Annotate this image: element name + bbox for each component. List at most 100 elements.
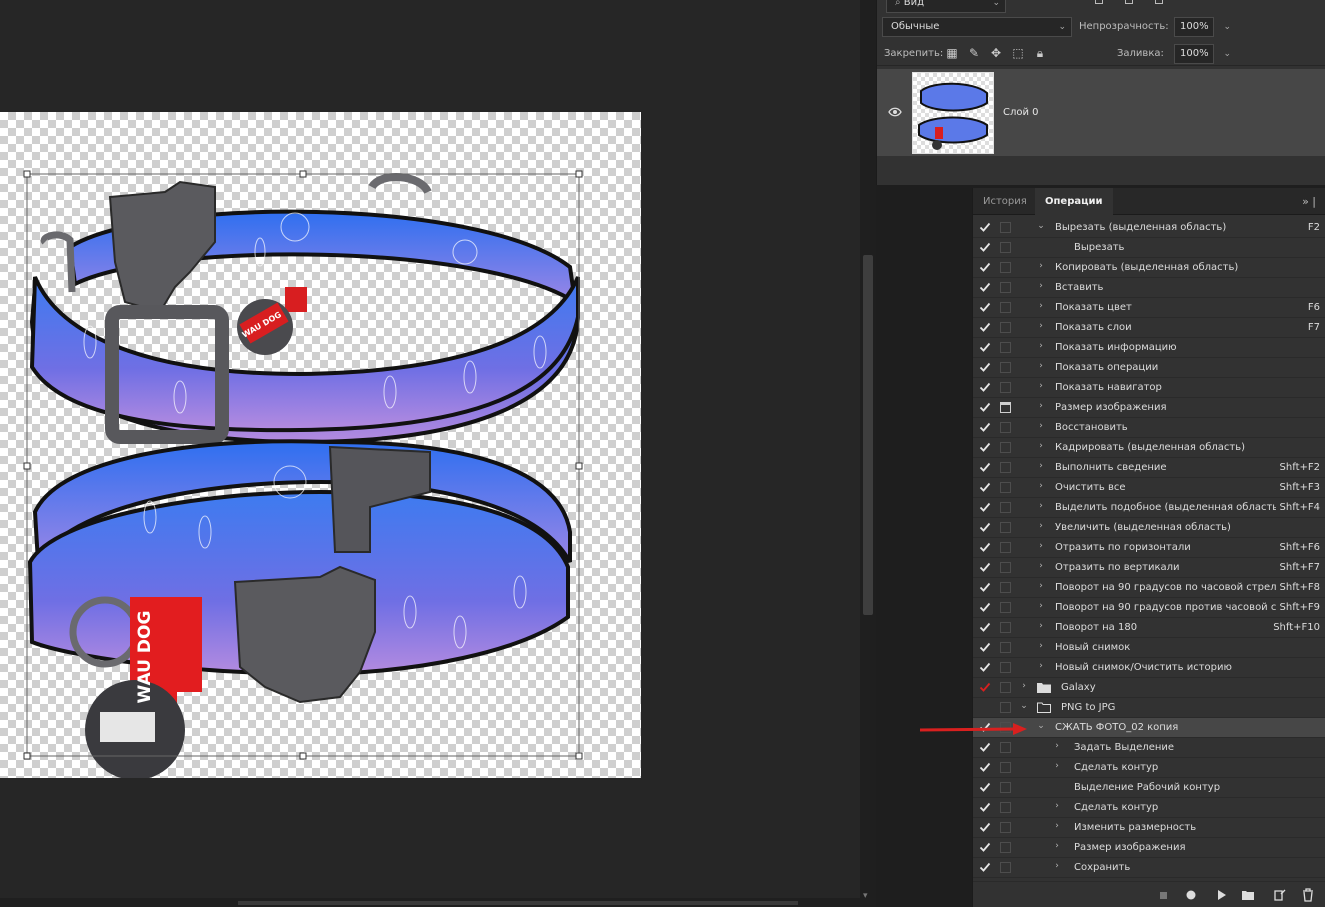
transform-handle[interactable]: [23, 752, 31, 760]
transform-handle[interactable]: [23, 462, 31, 470]
toggle-check-icon[interactable]: [979, 801, 991, 813]
new-action-icon[interactable]: [1273, 888, 1287, 902]
transform-handle[interactable]: [575, 752, 583, 760]
toggle-check-icon[interactable]: [979, 681, 991, 693]
toggle-check-icon[interactable]: [979, 521, 991, 533]
dialog-toggle[interactable]: [1000, 302, 1011, 313]
chevron-right-icon[interactable]: ›: [1036, 581, 1046, 591]
chevron-right-icon[interactable]: ›: [1036, 501, 1046, 511]
action-row[interactable]: › Задать Выделение: [973, 738, 1325, 758]
layer-row[interactable]: Слой 0: [877, 69, 1325, 156]
action-row[interactable]: ⌄ Вырезать (выделенная область) F2: [973, 218, 1325, 238]
scroll-thumb[interactable]: [238, 901, 798, 905]
image-filter-icon[interactable]: [1095, 0, 1103, 4]
action-row[interactable]: › Сделать контур: [973, 758, 1325, 778]
layer-thumbnail[interactable]: [912, 72, 994, 154]
toggle-check-icon[interactable]: [979, 321, 991, 333]
dialog-toggle[interactable]: [1000, 382, 1011, 393]
action-row[interactable]: › Показать информацию: [973, 338, 1325, 358]
action-row[interactable]: › Размер изображения: [973, 838, 1325, 858]
toggle-check-icon[interactable]: [979, 601, 991, 613]
dialog-toggle[interactable]: [1000, 262, 1011, 273]
toggle-check-icon[interactable]: [979, 261, 991, 273]
action-row[interactable]: Выделение Рабочий контур: [973, 778, 1325, 798]
fill-input[interactable]: 100% ⌄: [1174, 44, 1231, 64]
chevron-down-icon[interactable]: ⌄: [1036, 221, 1046, 231]
toggle-check-icon[interactable]: [979, 661, 991, 673]
chevron-down-icon[interactable]: ⌄: [1223, 45, 1231, 63]
chevron-right-icon[interactable]: ›: [1019, 681, 1029, 691]
action-row[interactable]: › Кадрировать (выделенная область): [973, 438, 1325, 458]
action-row[interactable]: › Сделать контур: [973, 798, 1325, 818]
dialog-toggle[interactable]: [1000, 642, 1011, 653]
transform-handle[interactable]: [299, 170, 307, 178]
dialog-toggle[interactable]: [1000, 582, 1011, 593]
chevron-right-icon[interactable]: ›: [1036, 641, 1046, 651]
opacity-input[interactable]: 100% ⌄: [1174, 17, 1231, 37]
chevron-right-icon[interactable]: ›: [1036, 461, 1046, 471]
action-row[interactable]: › Поворот на 90 градусов по часовой стрел…: [973, 578, 1325, 598]
toggle-check-icon[interactable]: [979, 461, 991, 473]
dialog-toggle[interactable]: [1000, 282, 1011, 293]
dialog-toggle[interactable]: [1000, 622, 1011, 633]
toggle-check-icon[interactable]: [979, 441, 991, 453]
chevron-right-icon[interactable]: ›: [1036, 481, 1046, 491]
lock-image-pixels-icon[interactable]: ✎: [967, 46, 981, 60]
toggle-check-icon[interactable]: [979, 241, 991, 253]
smart-object-filter-icon[interactable]: [1155, 0, 1163, 4]
dialog-toggle[interactable]: [1000, 362, 1011, 373]
dialog-toggle[interactable]: [1000, 782, 1011, 793]
transform-handle[interactable]: [23, 170, 31, 178]
dialog-toggle[interactable]: [1000, 822, 1011, 833]
canvas-area[interactable]: WAU DOG WAU DOG: [0, 0, 860, 907]
tab-history[interactable]: История: [973, 188, 1037, 215]
action-row[interactable]: › Показать операции: [973, 358, 1325, 378]
dialog-toggle[interactable]: [1000, 862, 1011, 873]
dialog-toggle[interactable]: [1000, 322, 1011, 333]
dialog-toggle[interactable]: [1000, 702, 1011, 713]
toggle-check-icon[interactable]: [979, 621, 991, 633]
toggle-check-icon[interactable]: [979, 501, 991, 513]
toggle-check-icon[interactable]: [979, 841, 991, 853]
dialog-toggle[interactable]: [1000, 542, 1011, 553]
action-row[interactable]: › Поворот на 180 Shft+F10: [973, 618, 1325, 638]
chevron-right-icon[interactable]: ›: [1036, 441, 1046, 451]
layer-kind-filter[interactable]: ⌕ Вид ⌄: [886, 0, 1006, 13]
dialog-toggle[interactable]: [1000, 422, 1011, 433]
action-set-row[interactable]: › Galaxy: [973, 678, 1325, 698]
action-row[interactable]: › Отразить по вертикали Shft+F7: [973, 558, 1325, 578]
dialog-toggle[interactable]: [1000, 802, 1011, 813]
horizontal-scrollbar[interactable]: [0, 898, 860, 907]
toggle-check-icon[interactable]: [979, 361, 991, 373]
action-row[interactable]: › Размер изображения: [973, 398, 1325, 418]
chevron-right-icon[interactable]: ›: [1036, 261, 1046, 271]
layer-name[interactable]: Слой 0: [1003, 107, 1039, 118]
action-row[interactable]: › Очистить все Shft+F3: [973, 478, 1325, 498]
chevron-right-icon[interactable]: ›: [1036, 601, 1046, 611]
chevron-down-icon[interactable]: ⌄: [1036, 721, 1046, 731]
chevron-right-icon[interactable]: ›: [1036, 281, 1046, 291]
dialog-toggle[interactable]: [1000, 562, 1011, 573]
toggle-check-icon[interactable]: [979, 301, 991, 313]
chevron-right-icon[interactable]: ›: [1052, 801, 1062, 811]
action-row[interactable]: › Новый снимок/Очистить историю: [973, 658, 1325, 678]
record-icon[interactable]: [1184, 888, 1198, 902]
chevron-right-icon[interactable]: ›: [1052, 741, 1062, 751]
chevron-right-icon[interactable]: ›: [1052, 821, 1062, 831]
lock-transparent-pixels-icon[interactable]: ▦: [945, 46, 959, 60]
scroll-down-icon[interactable]: ▾: [863, 891, 868, 901]
toggle-check-icon[interactable]: [979, 341, 991, 353]
chevron-right-icon[interactable]: ›: [1036, 381, 1046, 391]
toggle-check-icon[interactable]: [979, 701, 991, 713]
action-row[interactable]: › Изменить размерность: [973, 818, 1325, 838]
chevron-right-icon[interactable]: ›: [1036, 621, 1046, 631]
toggle-check-icon[interactable]: [979, 821, 991, 833]
action-row[interactable]: › Показать навигатор: [973, 378, 1325, 398]
toggle-check-icon[interactable]: [979, 221, 991, 233]
action-set-row[interactable]: ⌄ PNG to JPG: [973, 698, 1325, 718]
dialog-toggle[interactable]: [1000, 842, 1011, 853]
trash-icon[interactable]: [1301, 888, 1315, 902]
chevron-right-icon[interactable]: ›: [1036, 421, 1046, 431]
scroll-thumb[interactable]: [863, 255, 873, 615]
action-row[interactable]: › Отразить по горизонтали Shft+F6: [973, 538, 1325, 558]
